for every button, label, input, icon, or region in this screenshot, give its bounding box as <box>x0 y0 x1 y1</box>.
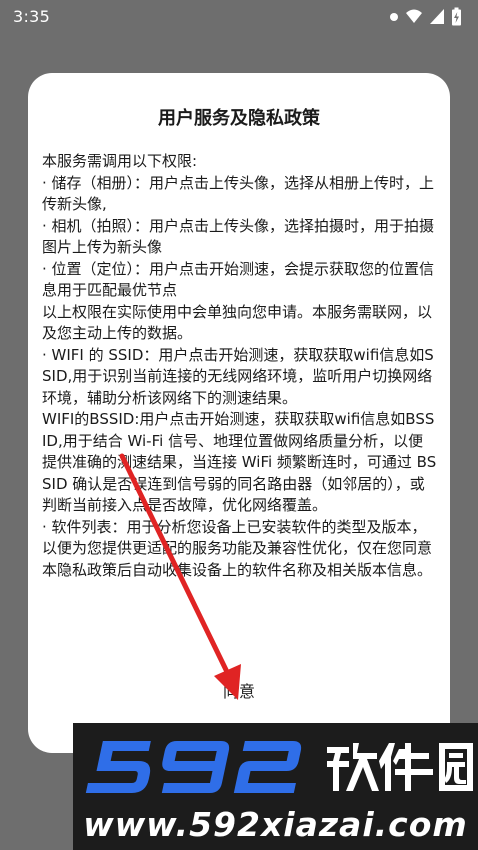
status-icons <box>389 7 462 27</box>
dialog-title: 用户服务及隐私政策 <box>158 108 320 129</box>
permission-note: 以上权限在实际使用中会单独向您申请。本服务需联网，以及您主动上传的数据。 <box>42 302 433 343</box>
permission-location: · 位置（定位）：用户点击开始测速，会提示获取您的位置信息用于匹配最优节点 <box>42 259 435 300</box>
watermark-banner: www.592xiazai.com <box>73 723 478 850</box>
notification-dot-icon <box>389 7 399 27</box>
permission-storage: · 储存（相册）：用户点击上传头像，选择从相册上传时，上传新头像, <box>42 173 435 214</box>
dialog-body: 本服务需调用以下权限: · 储存（相册）：用户点击上传头像，选择从相册上传时，上… <box>42 151 438 581</box>
status-bar: 3:35 <box>0 0 478 34</box>
permission-wifi-bssid: WIFI的BSSID:用户点击开始测速，获取获取wifi信息如BSSID,用于结… <box>42 410 437 514</box>
watermark-url: www.592xiazai.com <box>83 805 468 844</box>
permission-intro: 本服务需调用以下权限: <box>42 152 198 170</box>
wifi-icon <box>405 7 423 27</box>
permission-app-list: · 软件列表：用于分析您设备上已安装软件的类型及版本，以便为您提供更适配的服务功… <box>42 517 433 579</box>
watermark-logo <box>83 731 473 801</box>
privacy-dialog: 用户服务及隐私政策 本服务需调用以下权限: · 储存（相册）：用户点击上传头像，… <box>28 73 450 753</box>
permission-camera: · 相机（拍照）：用户点击上传头像，选择拍摄时，用于拍摄图片上传为新头像 <box>42 216 435 257</box>
battery-charging-icon <box>451 7 462 27</box>
agree-button[interactable]: 同意 <box>209 679 269 705</box>
cellular-signal-icon <box>429 7 445 27</box>
status-time: 3:35 <box>13 7 51 26</box>
permission-wifi-ssid: · WIFI 的 SSID：用户点击开始测速，获取获取wifi信息如SSID,用… <box>42 345 434 407</box>
